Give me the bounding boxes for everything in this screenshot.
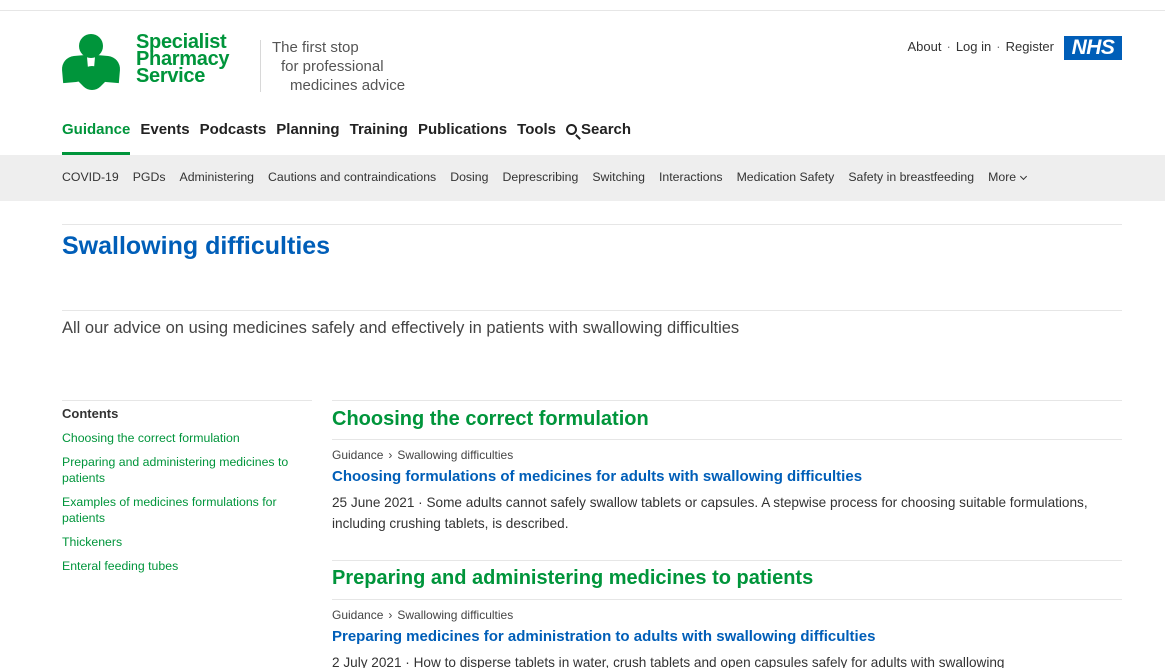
- article-summary: 2 July 2021 · How to disperse tablets in…: [332, 655, 1005, 668]
- breadcrumb-topic[interactable]: Swallowing difficulties: [397, 608, 513, 622]
- subnav-interactions[interactable]: Interactions: [659, 170, 723, 184]
- contents-heading: Contents: [62, 406, 119, 421]
- brand-name[interactable]: Specialist Pharmacy Service: [136, 32, 230, 86]
- contents-link[interactable]: Choosing the correct formulation: [62, 430, 312, 446]
- page-intro: All our advice on using medicines safely…: [62, 319, 740, 337]
- nav-search-label: Search: [581, 121, 632, 138]
- about-link[interactable]: About: [907, 39, 941, 54]
- breadcrumb-separator: ›: [388, 448, 393, 462]
- divider: [332, 439, 1122, 440]
- subnav-pgds[interactable]: PGDs: [133, 170, 166, 184]
- divider: [332, 599, 1122, 600]
- subnav-dosing[interactable]: Dosing: [450, 170, 488, 184]
- search-icon: [566, 124, 578, 135]
- sub-nav: COVID-19 PGDs Administering Cautions and…: [0, 155, 1165, 201]
- contents-link[interactable]: Thickeners: [62, 534, 312, 550]
- subnav-breastfeeding[interactable]: Safety in breastfeeding: [848, 170, 974, 184]
- separator: ·: [996, 39, 1001, 54]
- article-link[interactable]: Preparing medicines for administration t…: [332, 628, 875, 645]
- tagline: The first stop for professional medicine…: [272, 39, 406, 94]
- divider: [62, 400, 312, 401]
- site-header: Specialist Pharmacy Service The first st…: [60, 30, 1122, 100]
- nhs-logo[interactable]: NHS: [1064, 36, 1122, 60]
- tagline-divider: [260, 40, 261, 92]
- article-summary: 25 June 2021 · Some adults cannot safely…: [332, 495, 1088, 531]
- login-link[interactable]: Log in: [956, 39, 991, 54]
- nav-guidance[interactable]: Guidance: [62, 121, 131, 155]
- nav-planning[interactable]: Planning: [276, 121, 339, 155]
- contents-link[interactable]: Preparing and administering medicines to…: [62, 454, 312, 486]
- page-title: Swallowing difficulties: [62, 232, 331, 260]
- divider: [332, 400, 1122, 401]
- account-links: About · Log in · Register: [907, 39, 1054, 54]
- article-link[interactable]: Choosing formulations of medicines for a…: [332, 468, 862, 485]
- breadcrumb-topic[interactable]: Swallowing difficulties: [397, 448, 513, 462]
- divider: [62, 224, 1122, 225]
- divider: [332, 560, 1122, 561]
- nav-search[interactable]: Search: [566, 121, 631, 155]
- breadcrumb: Guidance › Swallowing difficulties: [332, 608, 513, 622]
- subnav-covid-19[interactable]: COVID-19: [62, 170, 119, 184]
- nav-publications[interactable]: Publications: [418, 121, 507, 155]
- register-link[interactable]: Register: [1006, 39, 1054, 54]
- contents-link[interactable]: Enteral feeding tubes: [62, 558, 312, 574]
- subnav-deprescribing[interactable]: Deprescribing: [502, 170, 578, 184]
- subnav-medication-safety[interactable]: Medication Safety: [737, 170, 835, 184]
- nav-tools[interactable]: Tools: [517, 121, 556, 155]
- sps-logo[interactable]: [60, 34, 124, 95]
- contents-link[interactable]: Examples of medicines formulations for p…: [62, 494, 312, 526]
- nav-training[interactable]: Training: [350, 121, 408, 155]
- breadcrumb: Guidance › Swallowing difficulties: [332, 448, 513, 462]
- section-title: Preparing and administering medicines to…: [332, 567, 814, 589]
- breadcrumb-guidance[interactable]: Guidance: [332, 608, 383, 622]
- subnav-administering[interactable]: Administering: [180, 170, 255, 184]
- separator: ·: [946, 39, 951, 54]
- main-nav: Guidance Events Podcasts Planning Traini…: [62, 121, 641, 157]
- chevron-down-icon: [1020, 172, 1028, 181]
- section-title: Choosing the correct formulation: [332, 408, 649, 430]
- divider: [62, 310, 1122, 311]
- contents-panel: Contents Choosing the correct formulatio…: [62, 406, 312, 582]
- subnav-switching[interactable]: Switching: [592, 170, 645, 184]
- nav-events[interactable]: Events: [140, 121, 189, 155]
- subnav-more-label: More: [988, 170, 1017, 184]
- breadcrumb-guidance[interactable]: Guidance: [332, 448, 383, 462]
- subnav-more[interactable]: More: [988, 170, 1028, 184]
- subnav-cautions[interactable]: Cautions and contraindications: [268, 170, 436, 184]
- breadcrumb-separator: ›: [388, 608, 393, 622]
- top-divider: [0, 10, 1165, 11]
- nav-podcasts[interactable]: Podcasts: [200, 121, 267, 155]
